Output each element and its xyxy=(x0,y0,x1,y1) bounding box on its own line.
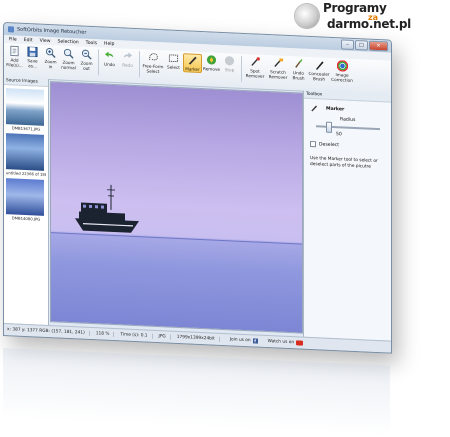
toolbar-separator xyxy=(139,51,140,78)
undo-icon xyxy=(104,51,114,58)
image-format: JPG xyxy=(158,334,171,340)
spot-remover-icon xyxy=(250,57,260,66)
zoom-level: 118 % xyxy=(95,331,115,338)
concealer-brush-icon xyxy=(315,61,324,70)
stop-button[interactable]: Stop xyxy=(221,55,238,73)
toolbox-panel: Toolbox Marker Radius 50 Deselect Use th… xyxy=(303,90,392,341)
zoom-out-button[interactable]: Zoom out xyxy=(78,48,95,71)
image-dimensions: 1799x1399x24bit xyxy=(176,334,220,342)
menu-help[interactable]: Help xyxy=(104,41,114,46)
add-files-button[interactable]: Add File(s)... xyxy=(6,45,23,68)
marker-icon xyxy=(311,105,317,112)
close-button[interactable]: ✕ xyxy=(369,40,388,52)
image-thumbnail[interactable]: DMB14080.JPG xyxy=(6,178,46,222)
thumbnail-image xyxy=(6,133,44,171)
menu-view[interactable]: View xyxy=(40,38,51,43)
tool-name: Marker xyxy=(326,106,345,112)
app-window: SoftOrbits Image Retoucher – □ ✕ File Ed… xyxy=(3,22,392,354)
radius-value: 50 xyxy=(336,132,342,138)
add-file-icon xyxy=(10,45,19,57)
maximize-button[interactable]: □ xyxy=(355,39,368,51)
thumbnail-image xyxy=(6,88,44,126)
thumbnail-caption: DMB13671.JPG xyxy=(11,125,41,132)
undo-brush-button[interactable]: Undo Brush xyxy=(290,58,307,81)
remove-button[interactable]: Remove xyxy=(203,54,220,72)
source-images-panel: Source Images DMB13671.JPG untitled 2236… xyxy=(4,77,49,326)
youtube-icon xyxy=(296,340,304,346)
watermark-logo: Programy za darmo.net.pl xyxy=(292,0,450,34)
menu-selection[interactable]: Selection xyxy=(58,39,79,45)
zoom-in-button[interactable]: Zoom in xyxy=(42,47,59,70)
stop-icon xyxy=(224,56,235,66)
radius-label: Radius xyxy=(340,117,356,124)
marker-button[interactable]: Marker xyxy=(183,53,202,74)
undo-brush-icon xyxy=(295,58,303,68)
processing-time: Time (s): 0.1 xyxy=(120,332,153,339)
zoom-in-icon xyxy=(45,48,56,58)
boat-image xyxy=(75,184,139,233)
deselect-checkbox[interactable]: Deselect xyxy=(310,140,392,151)
menu-tools[interactable]: Tools xyxy=(86,40,97,46)
minimize-button[interactable]: – xyxy=(341,39,354,50)
menu-file[interactable]: File xyxy=(9,37,17,42)
cursor-coords: x: 387 y: 1377 RGB: (157, 181, 241) xyxy=(7,327,90,336)
radius-slider-handle[interactable] xyxy=(326,121,332,133)
app-icon xyxy=(8,26,14,33)
free-form-select-button[interactable]: Free-Form Select xyxy=(142,51,164,74)
image-correction-icon xyxy=(336,60,348,72)
menu-edit[interactable]: Edit xyxy=(24,37,33,42)
image-correction-button[interactable]: Image Correction xyxy=(331,60,353,83)
save-icon xyxy=(27,46,38,58)
scratch-remover-icon xyxy=(273,58,283,67)
undo-button[interactable]: Undo xyxy=(101,49,118,67)
deselect-checkbox-box[interactable] xyxy=(310,140,316,148)
concealer-brush-button[interactable]: Concealer Brush xyxy=(308,59,330,82)
watermark-line3: darmo.net.pl xyxy=(327,17,411,31)
radius-slider[interactable] xyxy=(316,121,380,133)
source-images-title: Source Images xyxy=(4,77,48,88)
save-as-button[interactable]: Save as... xyxy=(24,46,41,69)
image-thumbnail[interactable]: DMB13671.JPG xyxy=(6,88,46,132)
youtube-link[interactable]: Watch us on xyxy=(268,339,304,346)
toolbar-separator xyxy=(98,49,99,76)
select-icon xyxy=(168,54,179,63)
image-canvas[interactable] xyxy=(50,81,303,334)
scratch-remover-button[interactable]: Scratch Remover xyxy=(267,57,289,80)
window-title: SoftOrbits Image Retoucher xyxy=(17,26,87,36)
select-button[interactable]: Select xyxy=(165,52,182,70)
deselect-label: Deselect xyxy=(319,141,340,148)
facebook-icon: f xyxy=(252,338,258,344)
spot-remover-button[interactable]: Spot Remover xyxy=(244,56,266,79)
marker-icon xyxy=(188,56,197,65)
window-reflection xyxy=(3,348,390,436)
redo-icon xyxy=(123,52,133,59)
facebook-link[interactable]: Join us on f xyxy=(230,337,258,344)
thumbnail-image xyxy=(6,178,44,216)
freeform-select-icon xyxy=(148,53,158,61)
tool-help-text: Use the Marker tool to select or deselec… xyxy=(310,155,378,170)
redo-button[interactable]: Redo xyxy=(119,50,136,68)
watermark-emblem-icon xyxy=(295,4,319,28)
image-thumbnail[interactable]: untitled 22366 of 186).jpg xyxy=(6,133,46,177)
remove-icon xyxy=(206,55,217,65)
zoom-normal-button[interactable]: Zoom normal xyxy=(60,48,77,71)
thumbnail-caption: DMB14080.JPG xyxy=(11,215,41,222)
toolbar-separator xyxy=(241,55,242,82)
zoom-out-icon xyxy=(81,49,92,60)
zoom-normal-icon xyxy=(63,48,74,59)
thumbnail-caption: untitled 22366 of 186).jpg xyxy=(6,170,46,177)
